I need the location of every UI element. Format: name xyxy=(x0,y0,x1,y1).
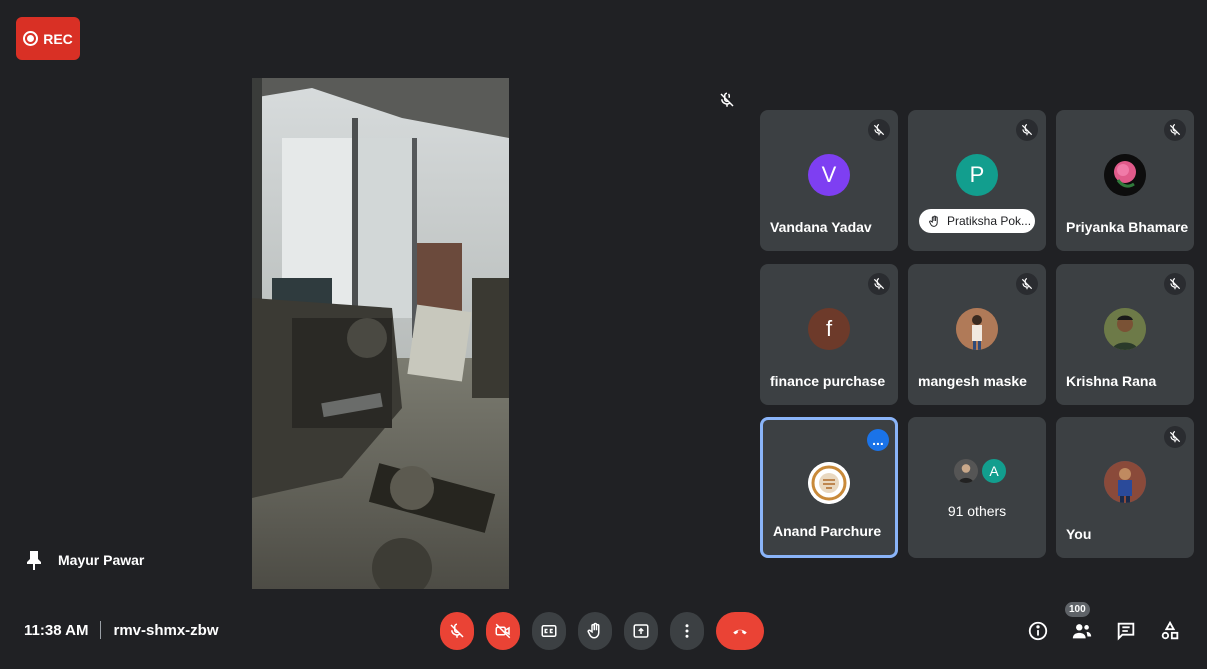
workshop-video-frame xyxy=(252,78,509,589)
participant-tile[interactable]: V Vandana Yadav xyxy=(760,110,898,251)
others-avatars: A xyxy=(952,457,1008,485)
participant-name: Priyanka Bhamare xyxy=(1066,219,1189,235)
end-call-button[interactable] xyxy=(716,612,764,650)
hand-raised-badge: Pratiksha Pok... xyxy=(919,209,1035,233)
participant-tile[interactable]: mangesh maske xyxy=(908,264,1046,405)
activities-button[interactable] xyxy=(1159,620,1181,642)
meeting-details: 11:38 AM rmv-shmx-zbw xyxy=(24,621,219,639)
captions-icon xyxy=(541,625,557,637)
side-panel-controls: 100 xyxy=(1027,602,1181,642)
person-avatar xyxy=(956,308,998,350)
raise-hand-icon xyxy=(587,622,600,639)
mic-off-icon xyxy=(1016,273,1038,295)
camera-off-icon xyxy=(495,623,511,639)
person-avatar xyxy=(1104,461,1146,503)
people-icon xyxy=(1072,624,1092,639)
main-mic-off-icon xyxy=(718,91,736,109)
others-tile[interactable]: A 91 others xyxy=(908,417,1046,558)
mic-off-icon xyxy=(450,623,464,638)
participant-tile[interactable]: f finance purchase xyxy=(760,264,898,405)
people-count-badge: 100 xyxy=(1065,602,1090,617)
participant-tile-active[interactable]: ... Anand Parchure xyxy=(760,417,898,558)
more-options-button[interactable] xyxy=(670,612,704,650)
captions-button[interactable] xyxy=(532,612,566,650)
others-count: 91 others xyxy=(947,503,1007,519)
avatar: P xyxy=(956,154,998,196)
meeting-info-button[interactable] xyxy=(1027,620,1049,642)
mic-off-icon xyxy=(1016,119,1038,141)
camera-toggle-button[interactable] xyxy=(486,612,520,650)
chat-icon xyxy=(1117,622,1135,641)
mic-off-icon xyxy=(1164,426,1186,448)
mic-off-icon xyxy=(868,273,890,295)
participant-name: Anand Parchure xyxy=(773,523,882,539)
participant-tile[interactable]: Krishna Rana xyxy=(1056,264,1194,405)
mic-toggle-button[interactable] xyxy=(440,612,474,650)
pin-icon[interactable] xyxy=(26,550,42,570)
recording-badge: REC xyxy=(16,17,80,60)
mic-off-icon xyxy=(1164,273,1186,295)
activities-icon xyxy=(1161,620,1179,640)
avatar: A xyxy=(980,457,1008,485)
raise-hand-button[interactable] xyxy=(578,612,612,650)
participant-name: finance purchase xyxy=(770,373,886,389)
participant-name: You xyxy=(1066,526,1092,542)
self-tile[interactable]: You xyxy=(1056,417,1194,558)
presenter-label: Mayur Pawar xyxy=(26,550,144,570)
present-icon xyxy=(633,624,649,638)
record-icon xyxy=(23,31,39,46)
divider xyxy=(100,621,102,639)
participant-tile[interactable]: P Pratiksha Pok... xyxy=(908,110,1046,251)
person-avatar xyxy=(952,457,980,485)
call-controls xyxy=(440,612,764,650)
meeting-time: 11:38 AM xyxy=(24,621,89,639)
participant-name: Krishna Rana xyxy=(1066,373,1157,389)
meeting-code[interactable]: rmv-shmx-zbw xyxy=(113,622,218,639)
avatar: V xyxy=(808,154,850,196)
main-video-feed xyxy=(252,78,509,589)
present-button[interactable] xyxy=(624,612,658,650)
info-icon xyxy=(1028,621,1048,641)
more-vert-icon xyxy=(685,624,689,638)
tile-more-button[interactable]: ... xyxy=(867,429,889,451)
presenter-name: Mayur Pawar xyxy=(58,552,145,568)
rose-avatar xyxy=(1104,154,1146,196)
participant-name: Pratiksha Pok... xyxy=(947,214,1032,228)
recording-label: REC xyxy=(43,30,73,47)
mic-off-icon xyxy=(1164,119,1186,141)
logo-avatar xyxy=(808,462,850,504)
person-avatar xyxy=(1104,308,1146,350)
participant-name: mangesh maske xyxy=(918,373,1027,389)
people-button[interactable]: 100 xyxy=(1065,602,1093,642)
raised-hand-icon xyxy=(929,215,938,227)
mic-off-icon xyxy=(868,119,890,141)
participant-name: Vandana Yadav xyxy=(770,219,872,235)
end-call-icon xyxy=(733,629,747,635)
chat-button[interactable] xyxy=(1115,620,1137,642)
avatar: f xyxy=(808,308,850,350)
participant-tile[interactable]: Priyanka Bhamare xyxy=(1056,110,1194,251)
